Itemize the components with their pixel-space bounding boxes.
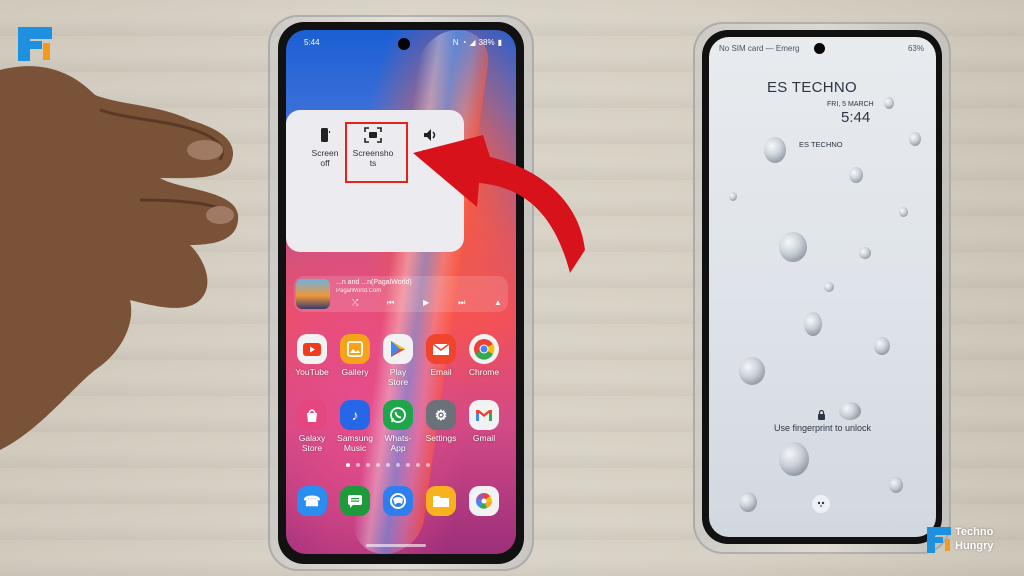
wifi-icon: ◔: [461, 38, 467, 47]
techno-hungry-logo: Techno Hungry: [927, 523, 1022, 557]
dock-internet[interactable]: [376, 486, 420, 516]
owner-info: ES TECHNO: [799, 140, 843, 149]
battery-text: 38%: [478, 38, 495, 47]
app-email[interactable]: Email: [419, 334, 463, 377]
red-arrow-annotation: [413, 135, 585, 273]
logo-text-line2: Hungry: [955, 540, 994, 552]
screenshots-highlight-box: [345, 122, 408, 183]
gmail-icon: [469, 400, 499, 430]
play-icon[interactable]: ▶: [423, 298, 429, 308]
battery-text: 63%: [907, 44, 924, 53]
email-icon: [426, 334, 456, 364]
dock-photos[interactable]: [462, 486, 506, 516]
signal-icon: ◢: [469, 38, 476, 47]
app-label: Email: [430, 367, 452, 377]
music-controls: ⤮ ⏮ ▶ ⏭ ▲: [352, 298, 502, 308]
music-widget[interactable]: ...n and ...n(PagalWorld) PagalWorld.Com…: [294, 276, 508, 312]
app-label: Settings: [425, 433, 457, 443]
app-label-2: Store: [301, 443, 323, 453]
settings-gear-icon: ⚙: [426, 400, 456, 430]
lock-brand-title: ES TECHNO: [767, 79, 857, 96]
logo-text-line1: Techno: [955, 526, 994, 538]
app-galaxy-store[interactable]: Galaxy Store: [290, 400, 334, 453]
status-icons: N ◔ ◢ 38% ▮: [453, 38, 502, 47]
music-note-icon: ♪: [340, 400, 370, 430]
screen-off-label-1: Screen: [311, 148, 339, 158]
app-label: YouTube: [295, 367, 329, 377]
internet-globe-icon: [383, 486, 413, 516]
battery-icon: ▮: [497, 38, 502, 47]
app-label-2: Music: [343, 443, 367, 453]
app-label-2: App: [390, 443, 406, 453]
app-play-store[interactable]: Play Store: [376, 334, 420, 387]
messages-icon: [340, 486, 370, 516]
previous-icon[interactable]: ⏮: [387, 298, 394, 308]
chrome-icon: [469, 334, 499, 364]
shuffle-icon[interactable]: ⤮: [352, 298, 358, 308]
front-camera: [814, 43, 825, 54]
app-label-1: Play: [389, 367, 407, 377]
phone-icon: ☎: [297, 486, 327, 516]
screen-off-button[interactable]: Screen off: [298, 124, 352, 168]
left-phone-screen: 5:44 N ◔ ◢ 38% ▮ Screen off Screensho ts…: [286, 30, 516, 554]
photos-pinwheel-icon: [469, 486, 499, 516]
play-store-icon: [383, 334, 413, 364]
album-art: [296, 279, 330, 309]
dock-phone[interactable]: ☎: [290, 486, 334, 516]
app-label-1: Galaxy: [298, 433, 326, 443]
carrier-status: No SIM card — Emerg: [719, 44, 800, 53]
music-title: ...n and ...n(PagalWorld): [336, 279, 412, 286]
app-label: Gallery: [341, 367, 369, 377]
techno-hungry-logo-mark: [927, 527, 953, 553]
screen-off-icon: [321, 128, 330, 142]
gallery-icon: [340, 334, 370, 364]
app-label-1: Whats-: [384, 433, 412, 443]
hand-image: [0, 66, 239, 450]
page-indicator[interactable]: [346, 463, 430, 467]
right-phone-lock-screen: No SIM card — Emerg 63% ES TECHNO FRI, 5…: [709, 37, 936, 537]
whatsapp-icon: [383, 400, 413, 430]
face-unlock-icon[interactable]: [812, 495, 830, 513]
nfc-icon: N: [452, 38, 459, 47]
screen-off-label-2: off: [320, 158, 330, 168]
app-youtube[interactable]: YouTube: [290, 334, 334, 377]
app-label: Gmail: [472, 433, 496, 443]
app-settings[interactable]: ⚙ Settings: [419, 400, 463, 443]
app-gallery[interactable]: Gallery: [333, 334, 377, 377]
app-label-1: Samsung: [337, 433, 373, 443]
app-gmail[interactable]: Gmail: [462, 400, 506, 443]
cast-icon[interactable]: ▲: [494, 298, 502, 308]
folder-icon: [426, 486, 456, 516]
lock-date: FRI, 5 MARCH: [827, 101, 874, 108]
dock-messages[interactable]: [333, 486, 377, 516]
home-indicator[interactable]: [366, 544, 426, 547]
app-whatsapp[interactable]: Whats- App: [376, 400, 420, 453]
lock-time: 5:44: [841, 109, 871, 126]
app-samsung-music[interactable]: ♪ Samsung Music: [333, 400, 377, 453]
app-chrome[interactable]: Chrome: [462, 334, 506, 377]
status-time: 5:44: [304, 38, 320, 47]
galaxy-store-icon: [297, 400, 327, 430]
unlock-hint: Use fingerprint to unlock: [773, 423, 872, 433]
app-label: Chrome: [468, 367, 500, 377]
front-camera: [398, 38, 410, 50]
app-label-2: Store: [387, 377, 409, 387]
next-icon[interactable]: ⏭: [458, 298, 465, 308]
youtube-icon: [297, 334, 327, 364]
dock-my-files[interactable]: [419, 486, 463, 516]
music-subtitle: PagalWorld.Com: [336, 288, 382, 294]
